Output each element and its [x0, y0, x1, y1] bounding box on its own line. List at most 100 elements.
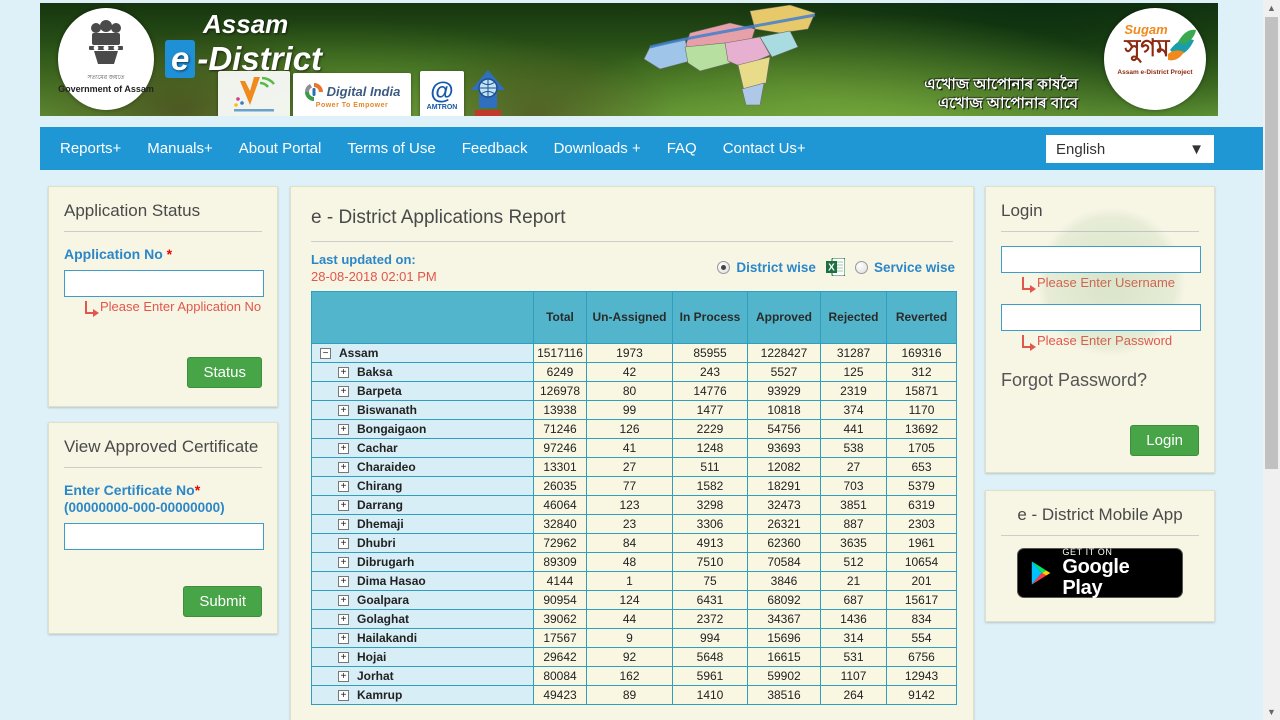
nic-globe-logo	[470, 69, 506, 116]
value-cell: 12943	[887, 667, 957, 686]
value-cell: 62360	[748, 534, 821, 553]
nav-item-terms-of-use[interactable]: Terms of Use	[334, 140, 448, 157]
value-cell: 70584	[748, 553, 821, 572]
status-button[interactable]: Status	[187, 357, 262, 388]
value-cell: 538	[821, 439, 887, 458]
expand-icon[interactable]: +	[338, 652, 349, 663]
scrollbar-up-arrow[interactable]: ▲	[1263, 0, 1280, 16]
district-cell: +Dhemaji	[312, 515, 534, 534]
application-no-input[interactable]	[64, 270, 264, 297]
value-cell: 13692	[887, 420, 957, 439]
language-select[interactable]: English ▼	[1046, 135, 1214, 163]
value-cell: 994	[673, 629, 748, 648]
collapse-icon[interactable]: −	[320, 348, 331, 359]
expand-icon[interactable]: +	[338, 405, 349, 416]
nav-item-faq[interactable]: FAQ	[654, 140, 710, 157]
banner-tagline: এখোজ আপোনাৰ কাষলৈ এখোজ আপোনাৰ বাবে	[924, 75, 1078, 113]
value-cell: 834	[887, 610, 957, 629]
excel-export-icon[interactable]: X	[826, 258, 845, 276]
nav-item-reports[interactable]: Reports+	[47, 140, 134, 157]
value-cell: 15871	[887, 382, 957, 401]
table-row: +Dima Hasao4144175384621201	[312, 572, 957, 591]
submit-button[interactable]: Submit	[183, 586, 262, 617]
assam-district-map	[630, 3, 840, 108]
value-cell: 5961	[673, 667, 748, 686]
report-meta: Last updated on: 28-08-2018 02:01 PM Dis…	[291, 242, 973, 282]
nav-item-manuals[interactable]: Manuals+	[134, 140, 225, 157]
value-cell: 41	[587, 439, 673, 458]
value-cell: 2372	[673, 610, 748, 629]
table-header-total: Total	[534, 292, 587, 344]
value-cell: 125	[821, 363, 887, 382]
expand-icon[interactable]: +	[338, 519, 349, 530]
service-wise-label[interactable]: Service wise	[874, 260, 955, 275]
expand-icon[interactable]: +	[338, 443, 349, 454]
nav-item-feedback[interactable]: Feedback	[449, 140, 541, 157]
expand-icon[interactable]: +	[338, 595, 349, 606]
google-play-badge[interactable]: GET IT ON Google Play	[1017, 548, 1183, 598]
value-cell: 13938	[534, 401, 587, 420]
table-header-approved: Approved	[748, 292, 821, 344]
value-cell: 511	[673, 458, 748, 477]
expand-icon[interactable]: +	[338, 386, 349, 397]
login-button[interactable]: Login	[1130, 425, 1199, 456]
nav-item-about-portal[interactable]: About Portal	[226, 140, 335, 157]
value-cell: 80084	[534, 667, 587, 686]
value-cell: 42	[587, 363, 673, 382]
username-input[interactable]	[1001, 246, 1201, 273]
value-cell: 123	[587, 496, 673, 515]
district-wise-radio[interactable]	[717, 261, 730, 274]
expand-icon[interactable]: +	[338, 462, 349, 473]
value-cell: 7510	[673, 553, 748, 572]
value-cell: 15696	[748, 629, 821, 648]
divider	[1001, 231, 1199, 232]
district-name: Darrang	[357, 498, 403, 512]
expand-icon[interactable]: +	[338, 538, 349, 549]
district-wise-label[interactable]: District wise	[736, 260, 816, 275]
forgot-password-link[interactable]: Forgot Password?	[986, 348, 1214, 391]
nav-item-downloads[interactable]: Downloads +	[541, 140, 654, 157]
table-row: +Biswanath13938991477108183741170	[312, 401, 957, 420]
table-header-rejected: Rejected	[821, 292, 887, 344]
password-input[interactable]	[1001, 304, 1201, 331]
view-certificate-panel: View Approved Certificate Enter Certific…	[48, 422, 278, 634]
value-cell: 5379	[887, 477, 957, 496]
expand-icon[interactable]: +	[338, 367, 349, 378]
expand-icon[interactable]: +	[338, 690, 349, 701]
value-cell: 2303	[887, 515, 957, 534]
expand-icon[interactable]: +	[338, 557, 349, 568]
value-cell: 72962	[534, 534, 587, 553]
value-cell: 4144	[534, 572, 587, 591]
district-name: Chirang	[357, 479, 402, 493]
expand-icon[interactable]: +	[338, 633, 349, 644]
value-cell: 441	[821, 420, 887, 439]
digital-india-logo: Digital India Power To Empower	[293, 73, 411, 116]
expand-icon[interactable]: +	[338, 671, 349, 682]
value-cell: 54756	[748, 420, 821, 439]
value-cell: 3298	[673, 496, 748, 515]
scrollbar-thumb[interactable]	[1265, 17, 1278, 469]
service-wise-radio[interactable]	[855, 261, 868, 274]
district-cell: +Jorhat	[312, 667, 534, 686]
value-cell: 32840	[534, 515, 587, 534]
mobile-app-title: e - District Mobile App	[986, 491, 1214, 535]
expand-icon[interactable]: +	[338, 424, 349, 435]
report-title: e - District Applications Report	[291, 187, 973, 241]
value-cell: 1477	[673, 401, 748, 420]
district-cell: +Dima Hasao	[312, 572, 534, 591]
expand-icon[interactable]: +	[338, 614, 349, 625]
scrollbar-down-arrow[interactable]: ▼	[1263, 704, 1280, 720]
expand-icon[interactable]: +	[338, 500, 349, 511]
value-cell: 531	[821, 648, 887, 667]
certificate-no-input[interactable]	[64, 523, 264, 550]
district-name: Dhubri	[357, 536, 396, 550]
expand-icon[interactable]: +	[338, 481, 349, 492]
nav-item-contact-us[interactable]: Contact Us+	[710, 140, 819, 157]
value-cell: 687	[821, 591, 887, 610]
district-name: Kamrup	[357, 688, 402, 702]
expand-icon[interactable]: +	[338, 576, 349, 587]
report-mode-toggle: District wise X Service wise	[717, 258, 955, 276]
district-cell: +Hojai	[312, 648, 534, 667]
value-cell: 12082	[748, 458, 821, 477]
table-row: +Bongaigaon7124612622295475644113692	[312, 420, 957, 439]
